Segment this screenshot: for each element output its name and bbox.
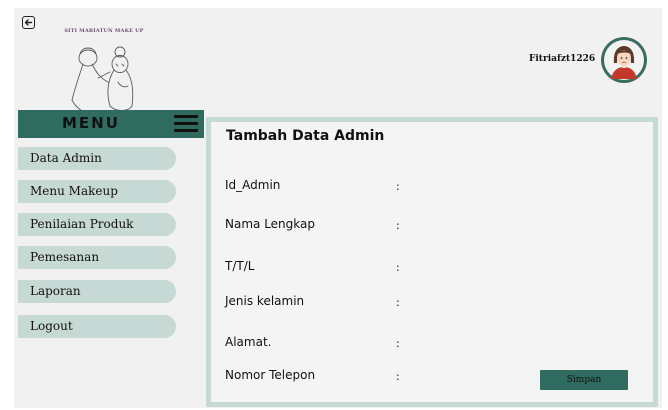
menu-header: MENU [18,110,204,138]
alamat-input[interactable] [409,335,629,351]
arrow-left-icon [24,19,33,26]
alamat-label: Alamat. [225,335,272,349]
user-name: Fitriafzt1226 [529,54,596,64]
jenis-kelamin-input[interactable] [409,294,629,310]
id-admin-input[interactable] [409,178,629,194]
nama-lengkap-label: Nama Lengkap [225,217,315,231]
save-button[interactable]: Simpan [540,370,628,390]
sidebar-item-pemesanan[interactable]: Pemesanan [18,246,176,269]
sidebar-item-menu-makeup[interactable]: Menu Makeup [18,180,176,203]
brand-logo-text: SITI MARIATUN MAKE UP [64,28,144,34]
sidebar-item-data-admin[interactable]: Data Admin [18,147,176,170]
makeup-artist-illustration [71,46,134,115]
nomor-telepon-separator: : [396,370,400,383]
jenis-kelamin-label: Jenis kelamin [225,294,305,308]
add-admin-form: Tambah Data Admin Id_Admin : Nama Lengka… [206,117,658,407]
form-title: Tambah Data Admin [226,128,385,144]
alamat-separator: : [396,337,400,350]
ttl-input[interactable] [409,259,629,275]
id-admin-separator: : [396,180,400,193]
jenis-kelamin-separator: : [396,296,400,309]
nomor-telepon-input[interactable] [409,368,529,384]
nomor-telepon-label: Nomor Telepon [225,368,316,382]
ttl-separator: : [396,261,400,274]
sidebar-item-logout[interactable]: Logout [18,315,176,338]
user-avatar[interactable] [601,37,647,83]
menu-title: MENU [62,114,120,132]
app-window: SITI MARIATUN MAKE UP Fitriafzt1226 MENU… [14,8,662,408]
id-admin-label: Id_Admin [225,178,281,192]
nama-lengkap-separator: : [396,219,400,232]
nama-lengkap-input[interactable] [409,217,629,233]
hamburger-icon[interactable] [174,115,198,133]
sidebar-item-laporan[interactable]: Laporan [18,280,176,303]
sidebar-item-penilaian-produk[interactable]: Penilaian Produk [18,213,176,236]
user-avatar-icon [604,40,644,80]
brand-logo: SITI MARIATUN MAKE UP [44,22,164,118]
ttl-label: T/T/L [225,259,255,273]
back-button[interactable] [22,16,35,29]
